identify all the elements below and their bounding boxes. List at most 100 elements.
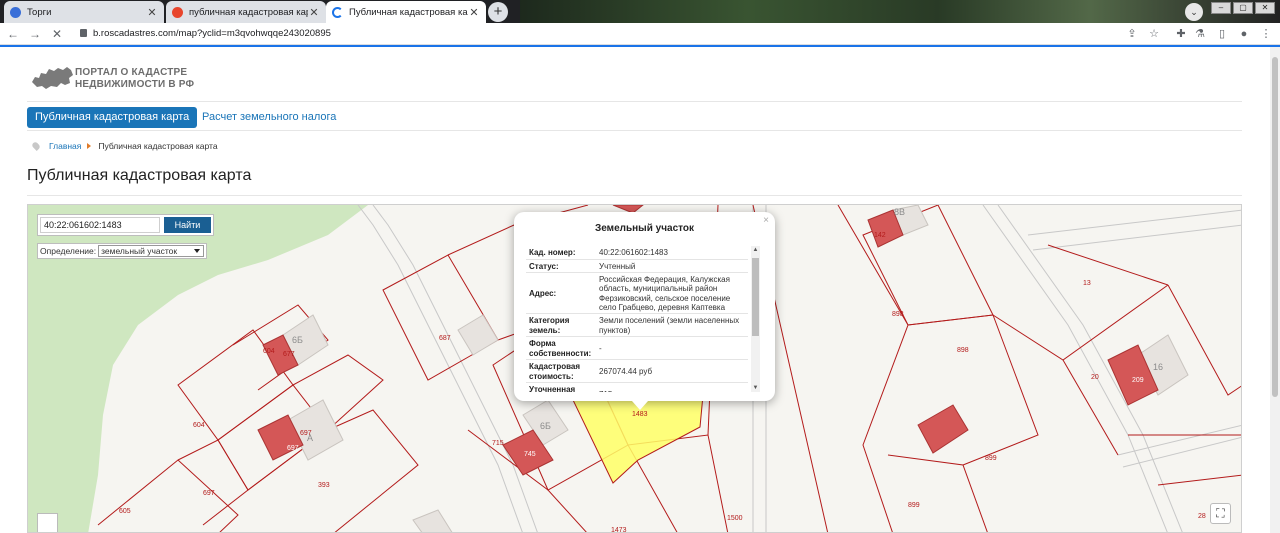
popup-scroll-thumb[interactable] (752, 258, 759, 336)
nav-land-tax-calculation[interactable]: Расчет земельного налога (202, 111, 336, 123)
tab-title: Публичная кадастровая карта (349, 6, 468, 18)
sidebar-icon[interactable]: ▯ (1215, 27, 1229, 41)
zoom-control[interactable] (37, 513, 58, 532)
parcel-info-popup: × Земельный участок Кад. номер: 40:22:061… (514, 212, 775, 410)
browser-menu-icon[interactable]: ⋮ (1259, 27, 1273, 41)
profile-icon[interactable]: ● (1237, 27, 1251, 41)
new-tab-button[interactable]: + (488, 2, 508, 22)
forward-icon[interactable]: → (28, 27, 42, 41)
row-key: Адрес: (529, 288, 557, 298)
table-row: Адрес: Российская Федерация, Калужская об… (526, 273, 748, 314)
logo-line-2: НЕДВИЖИМОСТИ В РФ (75, 79, 195, 90)
share-icon[interactable]: ⇪ (1125, 27, 1139, 41)
window-background (520, 0, 1280, 23)
row-value: 40:22:061602:1483 (599, 248, 668, 257)
parcel-label: 697 (287, 445, 299, 452)
cadastral-map[interactable]: 8В 142 898 898 13 20 209 16 899 899 28 6… (27, 204, 1242, 533)
parcel-label: 899 (985, 455, 997, 462)
parcel-label: 899 (908, 502, 920, 509)
row-value: 267074.44 руб (599, 366, 653, 376)
scroll-down-icon[interactable]: ▼ (751, 384, 760, 392)
loading-spinner-icon (332, 6, 343, 18)
browser-tab-bar: Торги ✕ публичная кадастровая карта - ✕ … (0, 0, 1280, 23)
row-value: Российская Федерация, Калужская область,… (599, 274, 731, 313)
divider (27, 195, 1242, 196)
row-value: 715 кв.м (596, 383, 748, 392)
parcel-label: 209 (1132, 377, 1144, 384)
nav-public-cadastral-map[interactable]: Публичная кадастровая карта (27, 107, 198, 128)
parcel-label: 605 (119, 508, 131, 515)
breadcrumb-current: Публичная кадастровая карта (98, 141, 218, 151)
parcel-label: 687 (439, 335, 451, 342)
tab-title: публичная кадастровая карта - (189, 6, 308, 18)
breadcrumb: Главная Публичная кадастровая карта (31, 141, 218, 151)
tab-search-icon[interactable]: ⌄ (1185, 3, 1203, 21)
parcel-label: 8В (894, 207, 905, 217)
parcel-label: 16 (1153, 362, 1163, 372)
close-window-icon[interactable]: ✕ (1255, 2, 1275, 14)
browser-tab-yandex[interactable]: публичная кадастровая карта - ✕ (166, 1, 326, 23)
popup-details-table: Кад. номер: 40:22:061602:1483 Статус: Учте… (526, 246, 748, 392)
definition-select[interactable]: земельный участок (98, 245, 205, 257)
close-tab-icon[interactable]: ✕ (146, 6, 158, 19)
parcel-label: 1500 (727, 515, 743, 522)
location-pin-icon (31, 141, 41, 151)
cadastral-search-bar: Найти (37, 214, 214, 236)
extensions-icon[interactable]: ✚ (1174, 27, 1188, 41)
loading-bar (0, 45, 1280, 47)
scrollbar-thumb[interactable] (1272, 57, 1278, 397)
parcel-label: 6Б (540, 421, 551, 431)
divider (27, 130, 1242, 131)
parcel-label: 745 (524, 451, 536, 458)
definition-filter: Определение: земельный участок (37, 243, 208, 259)
close-tab-icon[interactable]: ✕ (468, 6, 480, 19)
breadcrumb-home-link[interactable]: Главная (49, 141, 81, 151)
scroll-up-icon[interactable]: ▲ (751, 246, 760, 254)
russia-map-logo-icon[interactable] (30, 64, 74, 92)
logo-line-1: ПОРТАЛ О КАДАСТРЕ (75, 67, 188, 78)
address-bar: ← → ✕ b.roscadastres.com/map?yclid=m3qvo… (0, 23, 1280, 45)
close-tab-icon[interactable]: ✕ (308, 6, 320, 19)
maximize-icon[interactable]: ▢ (1233, 2, 1253, 14)
bookmark-star-icon[interactable]: ☆ (1147, 27, 1161, 41)
table-row: Категория земель: Земли поселений (земли … (526, 314, 748, 337)
parcel-label: 604 (263, 348, 275, 355)
lock-icon (80, 29, 87, 37)
chevron-right-icon (87, 143, 92, 149)
parcel-label: 6Б (292, 335, 303, 345)
back-icon[interactable]: ← (6, 27, 20, 41)
row-key: Кад. номер: (529, 248, 576, 257)
parcel-label: 20 (1091, 374, 1099, 381)
stop-loading-icon[interactable]: ✕ (50, 27, 64, 41)
url-text: b.roscadastres.com/map?yclid=m3qvohwqqe2… (93, 28, 331, 39)
row-value: - (599, 343, 602, 353)
popup-scrollbar[interactable]: ▲ ▼ (751, 246, 760, 392)
browser-tab-active[interactable]: Публичная кадастровая карта ✕ (326, 1, 486, 23)
minimize-icon[interactable]: – (1211, 2, 1231, 14)
lab-icon[interactable]: ⚗ (1193, 27, 1207, 41)
browser-tab-torgi[interactable]: Торги ✕ (4, 1, 164, 23)
table-row: Уточненная площадь: 715 кв.м (526, 383, 748, 392)
find-button[interactable]: Найти (164, 217, 211, 233)
parcel-label: 898 (892, 311, 904, 318)
table-row: Кад. номер: 40:22:061602:1483 (526, 246, 748, 260)
parcel-label: 677 (283, 351, 295, 358)
popup-title: Земельный участок (594, 223, 695, 234)
parcel-label: 142 (874, 232, 886, 239)
url-field[interactable]: b.roscadastres.com/map?yclid=m3qvohwqqe2… (80, 28, 331, 39)
row-key: Уточненная площадь: (529, 385, 576, 392)
parcel-label: 28 (1198, 513, 1206, 520)
page-title: Публичная кадастровая карта (27, 167, 252, 184)
page-scrollbar[interactable] (1270, 47, 1280, 533)
row-key: Статус: (529, 261, 559, 271)
row-key: Категория земель: (529, 316, 570, 335)
parcel-label: 13 (1083, 280, 1091, 287)
cadastral-number-input[interactable] (40, 217, 160, 233)
parcel-label: 393 (318, 482, 330, 489)
table-row: Форма собственности: - (526, 337, 748, 360)
table-row: Кадастровая стоимость: 267074.44 руб (526, 360, 748, 383)
road-lines (357, 205, 1241, 532)
site-logo-text[interactable]: ПОРТАЛ О КАДАСТРЕ НЕДВИЖИМОСТИ В РФ (75, 67, 194, 91)
fullscreen-icon[interactable]: ⛶ (1210, 503, 1231, 524)
definition-label: Определение: (40, 246, 97, 256)
